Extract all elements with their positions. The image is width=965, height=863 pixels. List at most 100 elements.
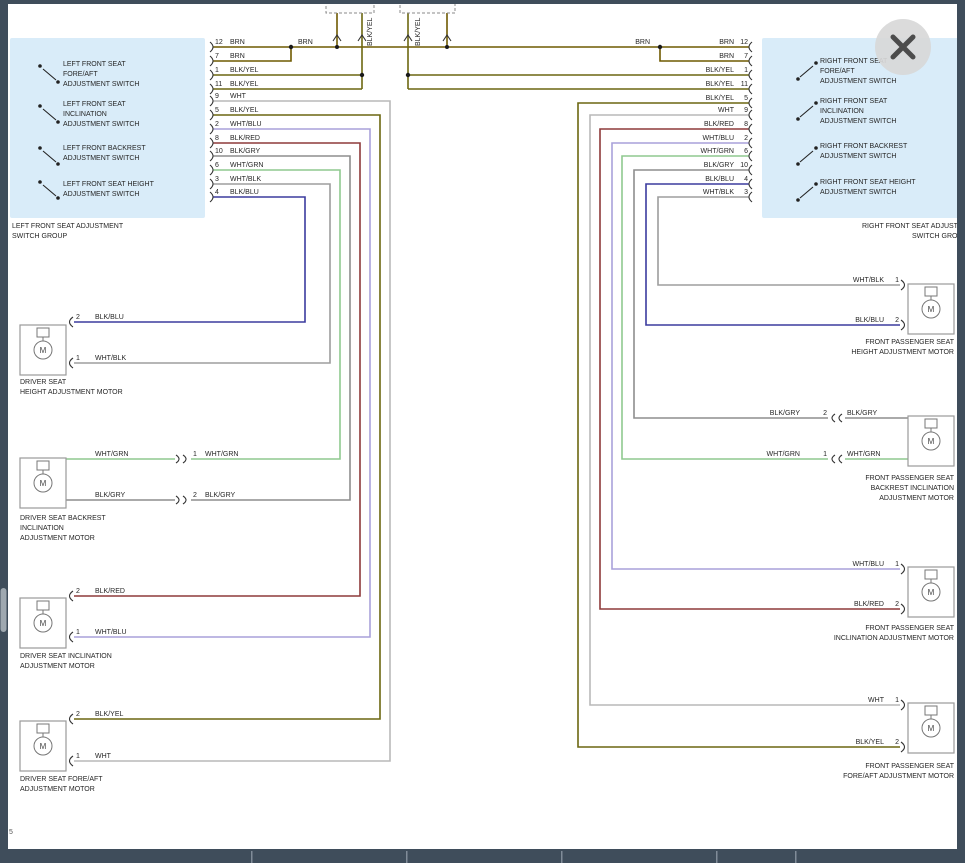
pin-num: 2 <box>76 314 80 321</box>
switch-label: INCLINATION <box>820 108 864 115</box>
pin-num: 12 <box>215 39 223 46</box>
scrollbar-thumb[interactable] <box>1 588 7 632</box>
motor-name: FRONT PASSENGER SEAT <box>865 763 954 770</box>
switch-label: LEFT FRONT SEAT <box>63 101 126 108</box>
wire-color-label: WHT/BLU <box>95 629 127 636</box>
wire-color-label: BLK/YEL <box>856 739 885 746</box>
wire-color-label: BRN <box>719 39 734 46</box>
wiring-diagram-viewer: M M M M M M M M <box>0 0 965 863</box>
wire-color-label: WHT/BLU <box>230 121 262 128</box>
taskbar[interactable] <box>0 849 965 863</box>
top-connector-left <box>326 3 374 13</box>
motor-letter: M <box>928 437 935 446</box>
pin-num: 7 <box>744 53 748 60</box>
switch-group-label: SWITCH GROUP <box>12 233 68 240</box>
pin-num: 10 <box>740 162 748 169</box>
motor-name: DRIVER SEAT FORE/AFT <box>20 776 103 783</box>
switch-label: LEFT FRONT BACKREST <box>63 145 146 152</box>
cable-label-vertical: BLK/YEL <box>415 17 422 46</box>
wire-color-label: BLK/YEL <box>230 67 259 74</box>
wire-color-label: BLK/RED <box>95 588 125 595</box>
wire-color-label: WHT/BLK <box>95 355 126 362</box>
wire-color-label: BLK/YEL <box>230 107 259 114</box>
pin-num: 2 <box>76 588 80 595</box>
wire-color-label: WHT/BLU <box>853 561 885 568</box>
pin-num: 1 <box>895 277 899 284</box>
pin-num: 3 <box>744 189 748 196</box>
pin-num: 1 <box>215 67 219 74</box>
wire-color-label: WHT <box>718 107 735 114</box>
pin-num: 9 <box>215 93 219 100</box>
pin-num: 2 <box>823 410 827 417</box>
wire-color-label: BLK/YEL <box>706 95 735 102</box>
wire-color-label: BRN <box>230 53 245 60</box>
pin-num: 4 <box>215 189 219 196</box>
switch-label: ADJUSTMENT SWITCH <box>820 189 896 196</box>
wire-color-label: BLK/BLU <box>855 317 884 324</box>
wire-color-label: WHT/GRN <box>230 162 263 169</box>
wire-color-label: BLK/GRY <box>770 410 801 417</box>
wire-color-label: WHT/GRN <box>701 148 734 155</box>
wire-color-label: BLK/YEL <box>706 67 735 74</box>
pin-num: 2 <box>895 601 899 608</box>
motor-name: ADJUSTMENT MOTOR <box>20 663 95 670</box>
window-border-top <box>0 0 965 4</box>
pin-num: 3 <box>215 176 219 183</box>
window-border-left <box>0 0 8 863</box>
wire-color-label: BLK/RED <box>854 601 884 608</box>
wire-color-label: WHT/GRN <box>95 451 128 458</box>
pin-num: 1 <box>76 355 80 362</box>
motor-name: ADJUSTMENT MOTOR <box>20 786 95 793</box>
motor-letter: M <box>928 305 935 314</box>
motor-letter: M <box>40 742 47 751</box>
switch-label: ADJUSTMENT SWITCH <box>820 153 896 160</box>
wire-color-label: BRN <box>230 39 245 46</box>
pin-num: 1 <box>76 753 80 760</box>
wire-color-label: BRN <box>635 39 650 46</box>
switch-group-label: LEFT FRONT SEAT ADJUSTMENT <box>12 223 124 230</box>
cable-label-vertical: BLK/YEL <box>367 17 374 46</box>
switch-label: ADJUSTMENT SWITCH <box>63 155 139 162</box>
pin-num: 2 <box>744 135 748 142</box>
wire-color-label: BLK/YEL <box>230 81 259 88</box>
switch-label: LEFT FRONT SEAT <box>63 61 126 68</box>
pin-num: 12 <box>740 39 748 46</box>
motor-letter: M <box>40 619 47 628</box>
motor-name: FORE/AFT ADJUSTMENT MOTOR <box>843 773 954 780</box>
switch-label: ADJUSTMENT SWITCH <box>63 121 139 128</box>
wire-color-label: WHT/GRN <box>205 451 238 458</box>
wire-color-label: WHT/BLK <box>230 176 261 183</box>
pin-num: 4 <box>744 176 748 183</box>
wire-color-label: BRN <box>719 53 734 60</box>
motor-letter: M <box>40 479 47 488</box>
top-connector-right <box>400 3 455 13</box>
motor-name: HEIGHT ADJUSTMENT MOTOR <box>20 389 123 396</box>
switch-label: FORE/AFT <box>63 71 98 78</box>
pin-num: 8 <box>215 135 219 142</box>
motor-name: BACKREST INCLINATION <box>871 485 954 492</box>
wire-color-label: BLK/RED <box>230 135 260 142</box>
motor-letter: M <box>928 724 935 733</box>
switch-label: ADJUSTMENT SWITCH <box>820 118 896 125</box>
switch-label: RIGHT FRONT SEAT HEIGHT <box>820 179 916 186</box>
switch-label: RIGHT FRONT BACKREST <box>820 143 908 150</box>
wire-color-label: WHT/BLU <box>703 135 735 142</box>
switch-label: FORE/AFT <box>820 68 855 75</box>
wire-color-label: WHT/BLK <box>703 189 734 196</box>
page-marker: 5 <box>9 829 13 836</box>
wire-color-label: BLK/GRY <box>95 492 126 499</box>
pin-num: 6 <box>215 162 219 169</box>
pin-num: 7 <box>215 53 219 60</box>
pin-num: 1 <box>76 629 80 636</box>
pin-num: 11 <box>215 81 222 88</box>
close-button[interactable] <box>875 19 931 75</box>
wire-color-label: BLK/YEL <box>95 711 124 718</box>
wire-color-label: BLK/YEL <box>706 81 735 88</box>
wire-color-label: WHT/GRN <box>767 451 800 458</box>
pin-num: 1 <box>744 67 748 74</box>
wire-color-label: BLK/GRY <box>704 162 735 169</box>
motor-name: FRONT PASSENGER SEAT <box>865 625 954 632</box>
motor-name: FRONT PASSENGER SEAT <box>865 475 954 482</box>
switch-label: ADJUSTMENT SWITCH <box>820 78 896 85</box>
switch-label: ADJUSTMENT SWITCH <box>63 81 139 88</box>
